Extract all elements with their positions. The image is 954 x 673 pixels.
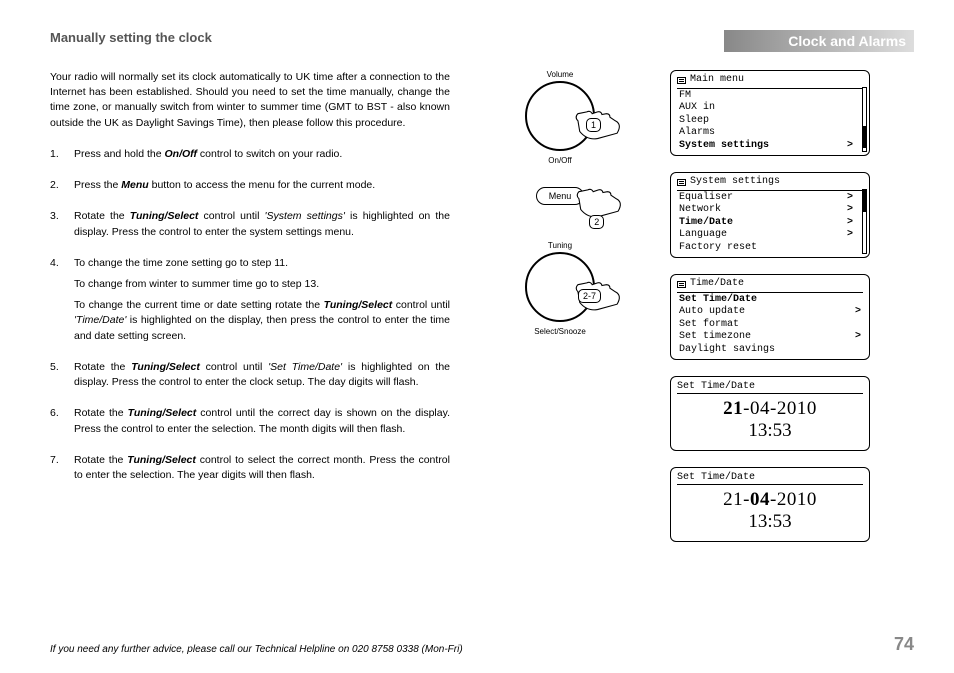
list-icon — [677, 77, 686, 84]
section-title: Manually setting the clock — [50, 30, 212, 45]
menu-item: Alarms — [677, 127, 855, 140]
step-badge: 2-7 — [578, 289, 601, 303]
screen-main-menu: Main menu FMAUX inSleepAlarmsSystem sett… — [670, 70, 870, 156]
menu-item: FM — [677, 90, 855, 103]
scrollbar — [862, 87, 867, 152]
menu-list: Equaliser>Network>Time/Date>Language>Fac… — [677, 192, 855, 255]
diagram-tuning-dial: Tuning 2-7 Select/Snooze — [525, 241, 595, 336]
helpline-text: If you need any further advice, please c… — [50, 644, 463, 655]
step-1: Press and hold the On/Off control to swi… — [50, 147, 450, 162]
screen-system-settings: System settings Equaliser>Network>Time/D… — [670, 172, 870, 258]
step-2: Press the Menu button to access the menu… — [50, 178, 450, 193]
menu-item: Network> — [677, 204, 855, 217]
step-7: Rotate the Tuning/Select control to sele… — [50, 453, 450, 483]
menu-item: Set timezone> — [677, 331, 863, 344]
menu-item: Set format — [677, 319, 863, 332]
chapter-tab: Clock and Alarms — [724, 30, 914, 52]
manual-page: Manually setting the clock Clock and Ala… — [0, 0, 954, 673]
step-badge: 2 — [589, 215, 604, 229]
menu-item: Time/Date> — [677, 217, 855, 230]
scrollbar-thumb — [863, 126, 866, 148]
screen-set-time-2: Set Time/Date 21-04-2010 13:53 — [670, 467, 870, 542]
step-3: Rotate the Tuning/Select control until '… — [50, 209, 450, 239]
step-badge: 1 — [586, 118, 601, 132]
page-footer: If you need any further advice, please c… — [50, 634, 914, 655]
scrollbar-thumb — [863, 190, 866, 212]
diagram-menu-button: Menu 2 — [536, 187, 585, 205]
diagrams-column: Volume 1 On/Off Menu 2 — [470, 70, 650, 542]
menu-item: Set Time/Date — [677, 294, 863, 307]
page-number: 74 — [894, 634, 914, 655]
screens-column: Main menu FMAUX inSleepAlarmsSystem sett… — [670, 70, 870, 542]
menu-list: Set Time/DateAuto update>Set formatSet t… — [677, 294, 863, 357]
diagram-volume-dial: Volume 1 On/Off — [525, 70, 595, 165]
step-6: Rotate the Tuning/Select control until t… — [50, 406, 450, 436]
menu-list: FMAUX inSleepAlarmsSystem settings> — [677, 90, 855, 153]
page-header: Manually setting the clock Clock and Ala… — [50, 30, 914, 52]
instructions-column: Your radio will normally set its clock a… — [50, 70, 450, 542]
scrollbar — [862, 189, 867, 254]
menu-item: Language> — [677, 229, 855, 242]
list-icon — [677, 281, 686, 288]
menu-item: Sleep — [677, 115, 855, 128]
menu-item: Equaliser> — [677, 192, 855, 205]
screen-set-time-1: Set Time/Date 21-04-2010 13:53 — [670, 376, 870, 451]
menu-item: Auto update> — [677, 306, 863, 319]
intro-paragraph: Your radio will normally set its clock a… — [50, 70, 450, 131]
menu-item: System settings> — [677, 140, 855, 153]
screen-time-date: Time/Date Set Time/DateAuto update>Set f… — [670, 274, 870, 360]
menu-item: Daylight savings — [677, 344, 863, 357]
menu-item: Factory reset — [677, 242, 855, 255]
step-5: Rotate the Tuning/Select control until '… — [50, 360, 450, 390]
steps-list: Press and hold the On/Off control to swi… — [50, 147, 450, 483]
menu-item: AUX in — [677, 102, 855, 115]
list-icon — [677, 179, 686, 186]
step-4: To change the time zone setting go to st… — [50, 256, 450, 344]
